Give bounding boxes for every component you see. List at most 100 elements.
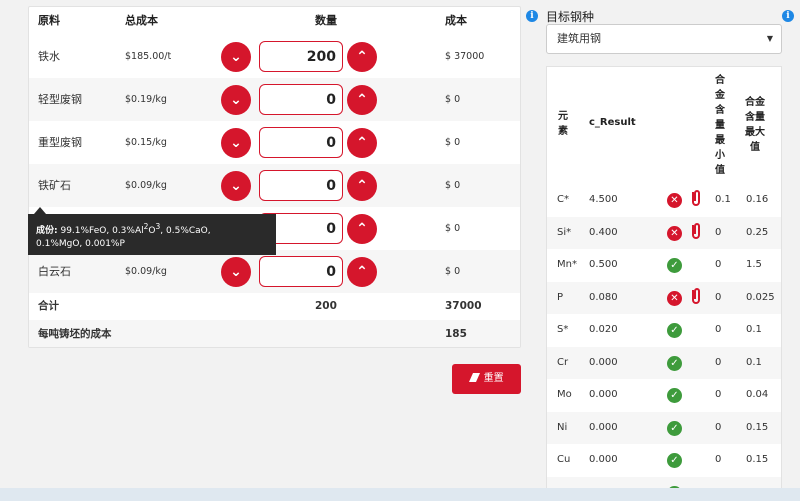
quantity-input[interactable] (259, 127, 343, 158)
result-row: Mo 0.000 ✓ 0 0.04 (547, 379, 781, 411)
sum-label: 合计 (38, 300, 59, 312)
fail-icon: ✕ (667, 225, 682, 241)
material-name: 铁水 (38, 50, 60, 63)
steel-grade-select[interactable]: 建筑用钢 ▼ (546, 24, 782, 54)
min-value: 0 (715, 421, 722, 433)
element-result: 0.400 (589, 226, 618, 238)
max-value: 0.25 (746, 226, 769, 238)
table-row: 铁矿石 $0.09/kg ⌄ ⌃ $ 0 (29, 164, 520, 207)
chevron-up-icon: ⌃ (356, 135, 368, 151)
element-result: 0.000 (589, 356, 618, 368)
per-ton-label: 每吨铸坯的成本 (38, 328, 112, 340)
element-symbol: Mn* (557, 259, 577, 270)
steel-grade-title: 目标钢种 (546, 10, 595, 24)
unit-cost: $0.09/kg (125, 266, 167, 277)
quantity-input[interactable] (259, 41, 343, 72)
increase-button[interactable]: ⌃ (347, 171, 377, 201)
header-cost: 成本 (445, 14, 467, 27)
element-symbol: Si* (557, 226, 572, 238)
result-panel: 元素 c_Result 合金含量最小值 合金含量最大值 C* 4.500 ✕ 0.1 0… (546, 66, 782, 501)
min-value: 0 (715, 291, 722, 303)
check-icon: ✓ (667, 323, 682, 338)
material-name: 白云石 (38, 265, 71, 278)
unit-cost: $185.00/t (125, 51, 172, 62)
header-element: 元素 (558, 111, 568, 137)
tooltip-text1: 99.1%FeO, 0.3%Al (57, 226, 144, 236)
chevron-up-icon: ⌃ (356, 264, 368, 280)
result-header: 元素 c_Result 合金含量最小值 合金含量最大值 (547, 67, 781, 183)
unit-cost: $0.19/kg (125, 94, 167, 105)
result-row: Cu 0.000 ✓ 0 0.15 (547, 444, 781, 476)
check-icon: ✓ (667, 420, 682, 436)
result-row: Cr 0.000 ✓ 0 0.1 (547, 346, 781, 379)
info-icon[interactable]: i (782, 10, 794, 22)
result-row: P 0.080 ✕ 0 0.025 (547, 281, 781, 314)
reset-button[interactable]: 重置 (452, 364, 521, 394)
decrease-button[interactable]: ⌄ (221, 257, 251, 287)
header-name: 原料 (38, 14, 60, 27)
per-ton-row: 每吨铸坯的成本 185 (29, 320, 520, 347)
element-result: 4.500 (589, 194, 618, 205)
result-row: Si* 0.400 ✕ 0 0.25 (547, 216, 781, 249)
row-cost: $ 0 (445, 223, 461, 234)
header-total-cost: 总成本 (125, 14, 158, 27)
min-value: 0 (715, 324, 722, 335)
min-value: 0 (715, 259, 722, 270)
increase-button[interactable]: ⌃ (347, 128, 377, 158)
check-icon: ✓ (667, 258, 682, 273)
paperclip-icon (692, 287, 700, 304)
unit-cost: $0.09/kg (125, 180, 167, 191)
chevron-down-icon: ⌄ (230, 264, 242, 280)
steel-grade-value: 建筑用钢 (557, 32, 601, 45)
element-symbol: Cr (557, 356, 569, 368)
max-value: 0.1 (746, 356, 762, 368)
sum-row: 合计 200 37000 (29, 292, 520, 320)
decrease-button[interactable]: ⌄ (221, 85, 251, 115)
increase-button[interactable]: ⌃ (347, 214, 377, 244)
tooltip-label: 成份: (36, 226, 58, 236)
max-value: 1.5 (746, 259, 762, 270)
min-value: 0.1 (715, 194, 731, 205)
row-cost: $ 37000 (445, 51, 485, 62)
row-cost: $ 0 (445, 137, 461, 148)
element-symbol: Mo (557, 389, 572, 400)
min-value: 0 (715, 226, 722, 238)
tooltip-line2: 0.1%MgO, 0.001%P (36, 239, 125, 249)
decrease-button[interactable]: ⌄ (221, 42, 251, 72)
element-result: 0.000 (589, 454, 618, 465)
header-quantity: 数量 (315, 14, 337, 27)
per-ton-cost: 185 (445, 328, 467, 340)
tooltip-mid: O (148, 226, 156, 236)
fail-icon: ✕ (667, 193, 682, 208)
tooltip-text2: , 0.5%CaO, (160, 226, 211, 236)
sum-quantity: 200 (315, 300, 337, 312)
decrease-button[interactable]: ⌄ (221, 171, 251, 201)
table-row: 重型废钢 $0.15/kg ⌄ ⌃ $ 0 (29, 121, 520, 164)
info-icon[interactable]: i (526, 10, 538, 22)
element-result: 0.000 (589, 421, 618, 433)
chevron-up-icon: ⌃ (356, 92, 368, 108)
element-symbol: C* (557, 194, 569, 205)
increase-button[interactable]: ⌃ (347, 85, 377, 115)
quantity-input[interactable] (259, 256, 343, 287)
material-name: 轻型废钢 (38, 93, 82, 106)
header-result: c_Result (589, 117, 636, 128)
result-row: Mn* 0.500 ✓ 0 1.5 (547, 249, 781, 281)
element-result: 0.500 (589, 259, 618, 270)
quantity-input[interactable] (259, 170, 343, 201)
element-symbol: S* (557, 324, 569, 335)
increase-button[interactable]: ⌃ (347, 42, 377, 72)
element-result: 0.080 (589, 291, 618, 303)
element-result: 0.000 (589, 389, 618, 400)
increase-button[interactable]: ⌃ (347, 257, 377, 287)
chevron-up-icon: ⌃ (356, 49, 368, 65)
chevron-up-icon: ⌃ (356, 178, 368, 194)
raw-material-panel: 原料 总成本 数量 成本 铁水 $185.00/t ⌄ ⌃ $ 37000 轻型废钢 $0.… (28, 6, 521, 348)
table-row: 铁水 $185.00/t ⌄ ⌃ $ 37000 (29, 35, 520, 78)
decrease-button[interactable]: ⌄ (221, 128, 251, 158)
max-value: 0.15 (746, 421, 769, 433)
check-icon: ✓ (667, 355, 682, 371)
result-row: C* 4.500 ✕ 0.1 0.16 (547, 184, 781, 216)
reset-label: 重置 (483, 373, 504, 384)
quantity-input[interactable] (259, 84, 343, 115)
